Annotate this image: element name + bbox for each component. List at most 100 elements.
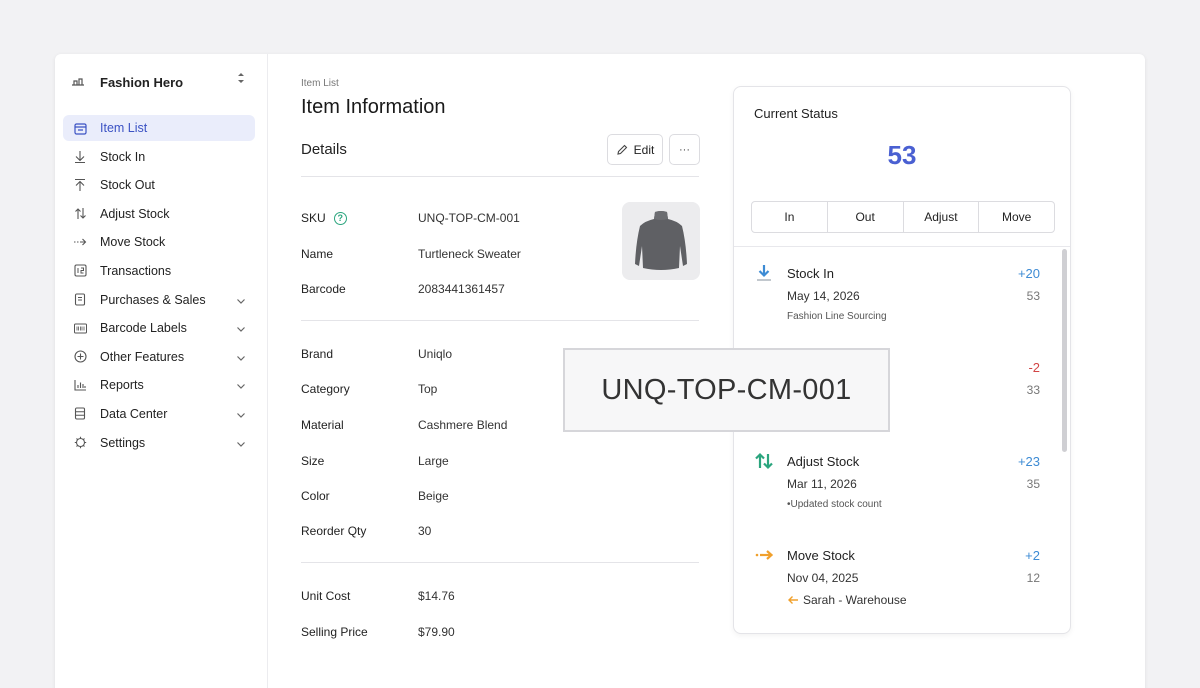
arrow-right-icon bbox=[73, 235, 87, 249]
sidebar-item-settings[interactable]: Settings bbox=[63, 430, 255, 456]
product-image[interactable] bbox=[622, 202, 700, 280]
stock-in-tab[interactable]: In bbox=[752, 202, 828, 232]
field-label: Selling Price bbox=[301, 625, 368, 639]
sidebar-item-label: Other Features bbox=[100, 349, 185, 364]
transaction-type: Move Stock bbox=[787, 548, 855, 563]
field-row-size: Size Large bbox=[301, 454, 601, 470]
sidebar-item-label: Reports bbox=[100, 378, 144, 393]
transaction-item[interactable]: Move Stock Nov 04, 2025 Sarah - Warehous… bbox=[754, 546, 1044, 616]
transaction-balance: 35 bbox=[1026, 477, 1040, 491]
chevron-up-down-icon[interactable] bbox=[237, 72, 245, 85]
help-icon[interactable]: ? bbox=[333, 211, 347, 225]
sidebar-item-label: Move Stock bbox=[100, 235, 166, 250]
chevron-down-icon[interactable] bbox=[235, 437, 247, 449]
transaction-item[interactable]: Adjust Stock Mar 11, 2026 •Updated stock… bbox=[754, 452, 1044, 522]
more-options-icon: ··· bbox=[679, 143, 690, 156]
status-title: Current Status bbox=[754, 106, 838, 121]
sku-zoom-text: UNQ-TOP-CM-001 bbox=[601, 373, 852, 406]
transaction-balance: 12 bbox=[1026, 571, 1040, 585]
field-label: Size bbox=[301, 454, 325, 468]
field-row-selling-price: Selling Price $79.90 bbox=[301, 625, 601, 641]
field-row-brand: Brand Uniqlo bbox=[301, 347, 601, 363]
sidebar-item-label: Barcode Labels bbox=[100, 321, 187, 336]
field-row-material: Material Cashmere Blend bbox=[301, 418, 601, 434]
sidebar-item-item-list[interactable]: Item List bbox=[63, 115, 255, 141]
field-label: Material bbox=[301, 418, 344, 432]
sku-zoom-callout: UNQ-TOP-CM-001 bbox=[563, 348, 890, 432]
field-value: $79.90 bbox=[418, 625, 455, 639]
adjust-tab[interactable]: Adjust bbox=[904, 202, 980, 232]
scrollbar[interactable] bbox=[1062, 249, 1067, 452]
field-row-unit-cost: Unit Cost $14.76 bbox=[301, 589, 601, 605]
sidebar-item-adjust-stock[interactable]: Adjust Stock bbox=[63, 201, 255, 227]
field-label: Unit Cost bbox=[301, 589, 351, 603]
sidebar-item-stock-in[interactable]: Stock In bbox=[63, 144, 255, 170]
transaction-note-text: Sarah - Warehouse bbox=[803, 593, 907, 607]
database-icon bbox=[73, 407, 87, 421]
move-tab[interactable]: Move bbox=[979, 202, 1054, 232]
sidebar-item-purchases-sales[interactable]: Purchases & Sales bbox=[63, 287, 255, 313]
sidebar-item-other-features[interactable]: Other Features bbox=[63, 344, 255, 370]
chevron-down-icon[interactable] bbox=[235, 294, 247, 306]
item-list-icon bbox=[73, 121, 87, 135]
move-stock-icon bbox=[754, 546, 776, 564]
page-title: Item Information bbox=[301, 96, 446, 118]
transaction-balance: 33 bbox=[1026, 383, 1040, 397]
stock-out-tab[interactable]: Out bbox=[828, 202, 904, 232]
sidebar-item-move-stock[interactable]: Move Stock bbox=[63, 229, 255, 255]
field-value: UNQ-TOP-CM-001 bbox=[418, 211, 520, 225]
sidebar-item-data-center[interactable]: Data Center bbox=[63, 401, 255, 427]
field-row-category: Category Top bbox=[301, 382, 601, 398]
field-value: Beige bbox=[418, 489, 449, 503]
sidebar-item-label: Adjust Stock bbox=[100, 206, 170, 221]
edit-button-label: Edit bbox=[633, 142, 655, 157]
transaction-item[interactable]: Stock In May 14, 2026 Fashion Line Sourc… bbox=[754, 264, 1044, 334]
chevron-down-icon[interactable] bbox=[235, 351, 247, 363]
field-value: Turtleneck Sweater bbox=[418, 247, 521, 261]
field-value: Cashmere Blend bbox=[418, 418, 508, 432]
arrow-left-icon bbox=[788, 596, 798, 604]
transaction-date: Mar 11, 2026 bbox=[787, 477, 857, 491]
sidebar-item-label: Settings bbox=[100, 435, 146, 450]
edit-button[interactable]: Edit bbox=[607, 134, 663, 165]
more-options-button[interactable]: ··· bbox=[669, 134, 700, 165]
field-value: $14.76 bbox=[418, 589, 455, 603]
field-value: Uniqlo bbox=[418, 347, 453, 361]
transaction-delta: -2 bbox=[1028, 360, 1040, 375]
section-title: Details bbox=[301, 141, 347, 158]
transaction-delta: +2 bbox=[1025, 548, 1040, 563]
divider bbox=[301, 176, 699, 177]
field-value: 30 bbox=[418, 524, 432, 538]
field-value: Large bbox=[418, 454, 449, 468]
transaction-note: Fashion Line Sourcing bbox=[787, 311, 887, 322]
transaction-date: Nov 04, 2025 bbox=[787, 571, 859, 585]
transactions-icon bbox=[73, 264, 87, 278]
sidebar-item-reports[interactable]: Reports bbox=[63, 372, 255, 398]
stock-in-icon bbox=[754, 264, 776, 282]
bar-chart-icon bbox=[73, 378, 87, 392]
sidebar-item-label: Data Center bbox=[100, 406, 168, 421]
chevron-down-icon[interactable] bbox=[235, 379, 247, 391]
workspace-switcher[interactable]: Fashion Hero bbox=[71, 72, 251, 92]
field-value: Top bbox=[418, 382, 438, 396]
stock-count: 53 bbox=[887, 140, 917, 170]
plus-circle-icon bbox=[73, 350, 87, 364]
field-label: Name bbox=[301, 247, 334, 261]
chevron-down-icon[interactable] bbox=[235, 408, 247, 420]
sidebar-item-stock-out[interactable]: Stock Out bbox=[63, 172, 255, 198]
document-icon bbox=[73, 293, 87, 307]
gear-icon bbox=[73, 436, 87, 450]
sidebar-item-label: Transactions bbox=[100, 263, 172, 278]
chevron-down-icon[interactable] bbox=[235, 322, 247, 334]
field-row-barcode: Barcode 2083441361457 bbox=[301, 282, 601, 298]
field-label: Barcode bbox=[301, 282, 346, 296]
brand-name: Fashion Hero bbox=[100, 74, 184, 90]
sidebar-item-transactions[interactable]: Transactions bbox=[63, 258, 255, 284]
breadcrumb[interactable]: Item List bbox=[301, 78, 339, 89]
field-label: Reorder Qty bbox=[301, 524, 367, 538]
transaction-note: •Updated stock count bbox=[787, 499, 882, 510]
sidebar-item-barcode-labels[interactable]: Barcode Labels bbox=[63, 315, 255, 341]
brand-logo-icon bbox=[71, 75, 85, 89]
sidebar-nav: Item List Stock In Stock Out Adjust Stoc… bbox=[63, 115, 255, 458]
field-label: SKU bbox=[301, 211, 326, 225]
